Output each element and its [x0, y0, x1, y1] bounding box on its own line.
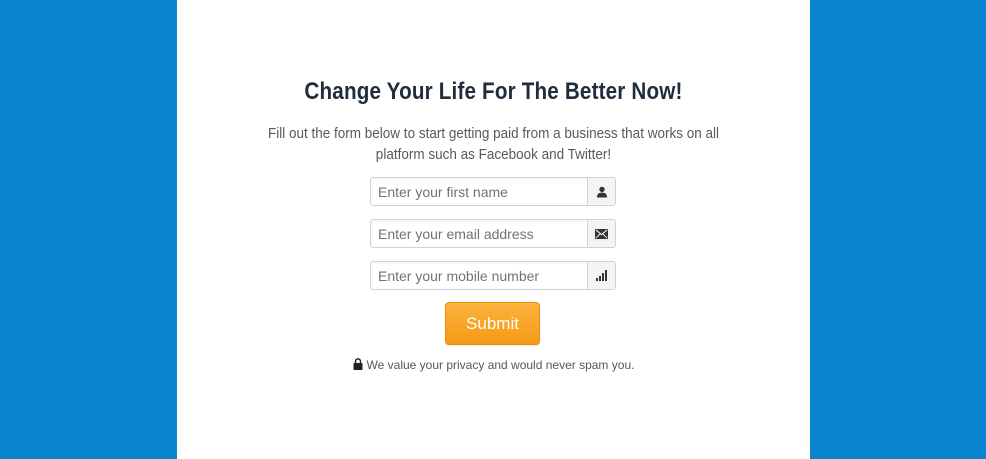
- email-input[interactable]: [371, 220, 589, 247]
- user-icon: [587, 178, 615, 205]
- envelope-icon: [587, 220, 615, 247]
- first-name-input[interactable]: [371, 178, 589, 205]
- page-title: Change Your Life For The Better Now!: [304, 78, 683, 105]
- email-field: [370, 219, 616, 248]
- mobile-field: [370, 261, 616, 290]
- form-panel: Change Your Life For The Better Now! Fil…: [177, 0, 810, 459]
- privacy-text: We value your privacy and would never sp…: [366, 358, 635, 372]
- submit-button[interactable]: Submit: [445, 302, 540, 345]
- mobile-input[interactable]: [371, 262, 589, 289]
- privacy-note: We value your privacy and would never sp…: [177, 358, 810, 373]
- page-subtitle: Fill out the form below to start getting…: [268, 125, 719, 163]
- first-name-field: [370, 177, 616, 206]
- signal-icon: [587, 262, 615, 289]
- lock-icon: [353, 358, 363, 373]
